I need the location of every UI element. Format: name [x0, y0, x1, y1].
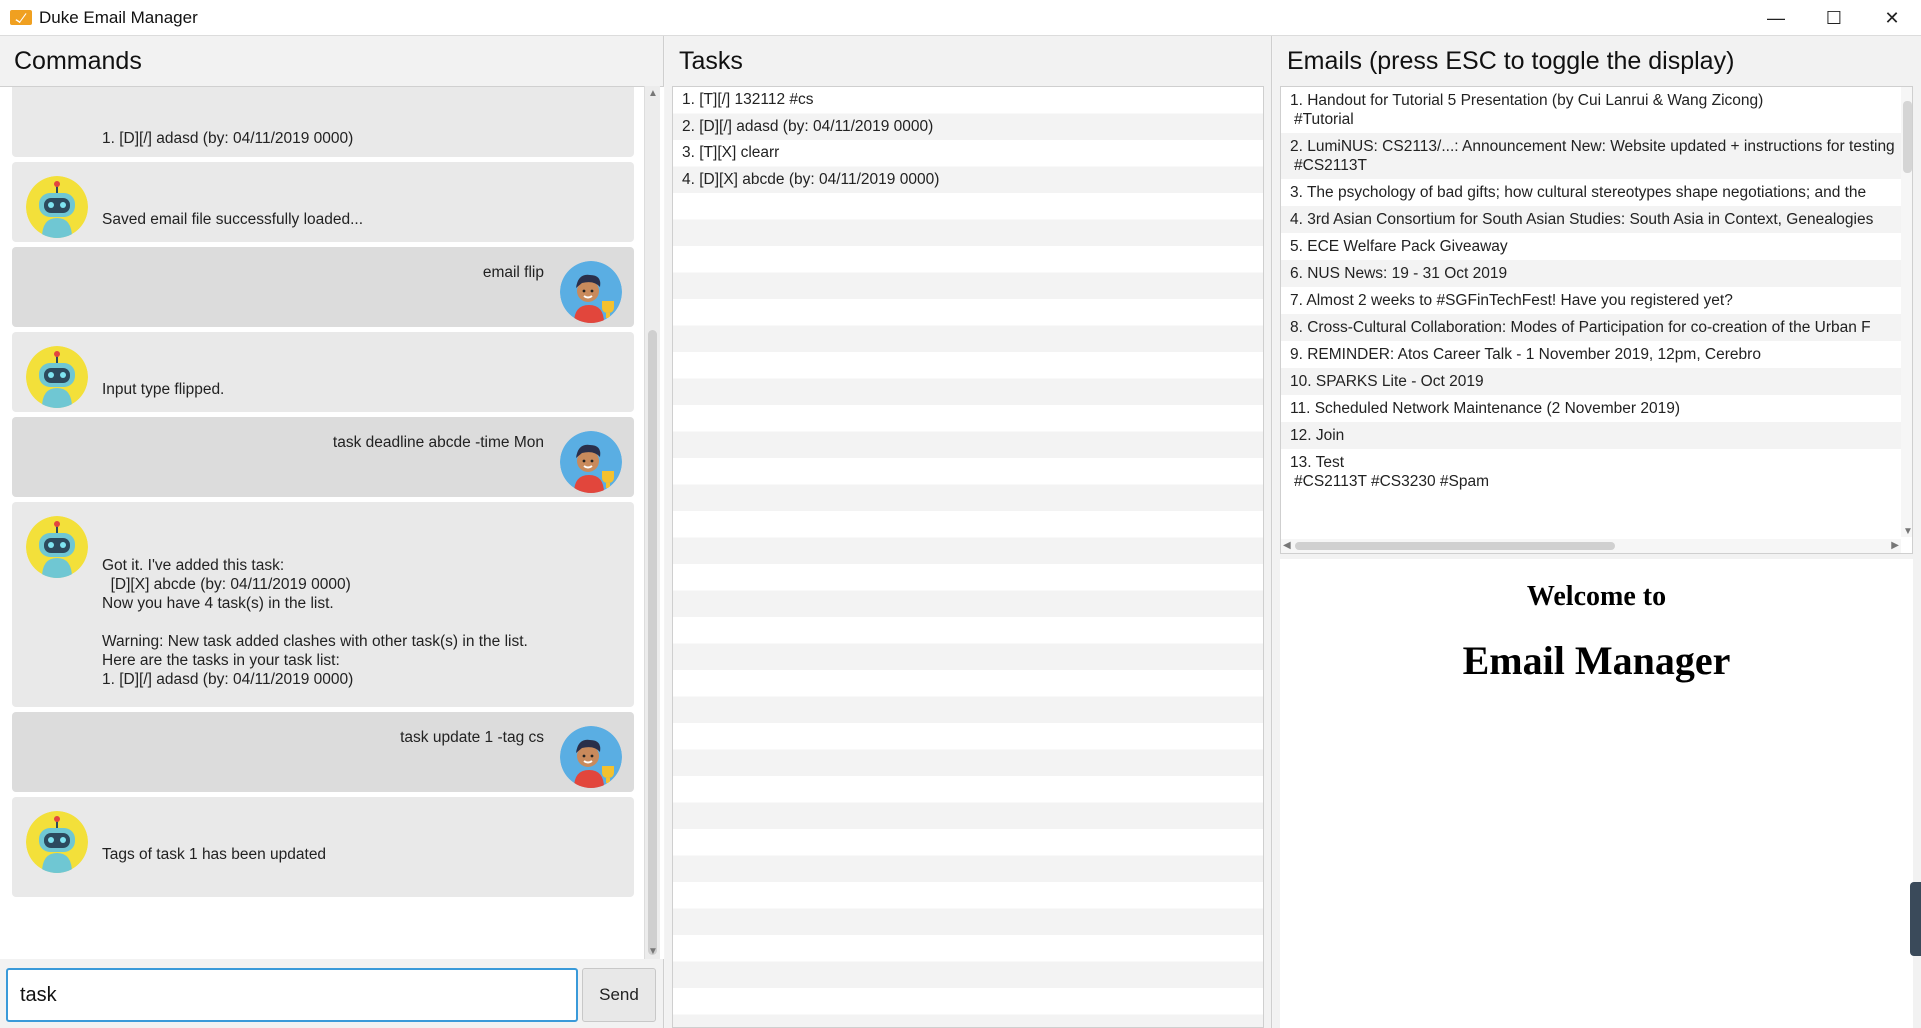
- user-message: task update 1 -tag cs: [12, 712, 634, 792]
- email-tags: #CS2113T: [1294, 157, 1367, 174]
- email-list[interactable]: 1. Handout for Tutorial 5 Presentation (…: [1280, 86, 1913, 554]
- bot-message: Input type flipped.: [12, 332, 634, 412]
- email-vscroll-thumb[interactable]: [1903, 101, 1912, 173]
- email-hscroll-thumb[interactable]: [1295, 542, 1615, 550]
- scroll-left-arrow-icon[interactable]: ◀: [1283, 540, 1291, 551]
- message-text: Saved email file successfully loaded...: [102, 211, 364, 228]
- bot-avatar-icon: [26, 516, 88, 578]
- email-title: 1. Handout for Tutorial 5 Presentation (…: [1290, 92, 1764, 109]
- message-text: task update 1 -tag cs: [400, 729, 544, 746]
- task-item[interactable]: 2. [D][/] adasd (by: 04/11/2019 0000): [673, 114, 1263, 141]
- email-item[interactable]: 12. Join: [1281, 422, 1912, 449]
- email-item[interactable]: 4. 3rd Asian Consortium for South Asian …: [1281, 206, 1912, 233]
- task-item[interactable]: 4. [D][X] abcde (by: 04/11/2019 0000): [673, 167, 1263, 194]
- welcome-app-name: Email Manager: [1462, 638, 1731, 683]
- email-tags: #Tutorial: [1294, 111, 1354, 128]
- email-item[interactable]: 3. The psychology of bad gifts; how cult…: [1281, 179, 1912, 206]
- email-item[interactable]: 13. Test #CS2113T #CS3230 #Spam: [1281, 449, 1912, 495]
- command-input[interactable]: [6, 968, 578, 1022]
- window-title: Duke Email Manager: [39, 7, 198, 27]
- minimize-button[interactable]: —: [1747, 0, 1805, 36]
- chat-scroll-area[interactable]: 1. [D][/] adasd (by: 04/11/2019 0000) Sa…: [0, 86, 664, 959]
- user-avatar-icon: [560, 431, 622, 493]
- email-item[interactable]: 7. Almost 2 weeks to #SGFinTechFest! Hav…: [1281, 287, 1912, 314]
- email-title: 11. Scheduled Network Maintenance (2 Nov…: [1290, 400, 1681, 417]
- scroll-right-arrow-icon[interactable]: ▶: [1891, 540, 1899, 551]
- bot-avatar-icon: [26, 176, 88, 238]
- email-display-pane: Welcome to Email Manager: [1280, 559, 1913, 1028]
- commands-header: Commands: [14, 46, 142, 75]
- scroll-up-arrow-icon[interactable]: ▲: [648, 88, 658, 99]
- user-message: email flip: [12, 247, 634, 327]
- emails-panel: Emails (press ESC to toggle the display)…: [1273, 36, 1921, 1028]
- tasks-header: Tasks: [679, 46, 743, 75]
- email-title: 10. SPARKS Lite - Oct 2019: [1290, 373, 1484, 390]
- emails-header: Emails (press ESC to toggle the display): [1287, 46, 1735, 75]
- maximize-button[interactable]: ☐: [1805, 0, 1863, 36]
- chat-scrollbar[interactable]: ▲ ▼: [644, 86, 660, 959]
- task-list[interactable]: 1. [T][/] 132112 #cs 2. [D][/] adasd (by…: [672, 86, 1264, 1028]
- email-title: 13. Test: [1290, 454, 1345, 471]
- email-title: 9. REMINDER: Atos Career Talk - 1 Novemb…: [1290, 346, 1761, 363]
- email-app-icon: [10, 10, 32, 25]
- message-text: task deadline abcde -time Mon: [332, 434, 544, 451]
- bot-avatar-icon: [26, 346, 88, 408]
- message-text: Tags of task 1 has been updated: [102, 846, 327, 863]
- email-item[interactable]: 9. REMINDER: Atos Career Talk - 1 Novemb…: [1281, 341, 1912, 368]
- email-title: 6. NUS News: 19 - 31 Oct 2019: [1290, 265, 1508, 282]
- bot-message: Got it. I've added this task: [D][X] abc…: [12, 502, 634, 707]
- title-bar: Duke Email Manager — ☐ ✕: [0, 0, 1921, 36]
- task-item[interactable]: 1. [T][/] 132112 #cs: [673, 87, 1263, 114]
- scroll-down-arrow-icon[interactable]: ▼: [1903, 526, 1912, 537]
- chat-list: 1. [D][/] adasd (by: 04/11/2019 0000) Sa…: [0, 87, 646, 902]
- email-tags: #CS2113T #CS3230 #Spam: [1294, 473, 1490, 490]
- email-vertical-scrollbar[interactable]: ▼: [1901, 87, 1912, 537]
- user-message: task deadline abcde -time Mon: [12, 417, 634, 497]
- command-input-row: Send: [0, 964, 664, 1024]
- email-title: 5. ECE Welfare Pack Giveaway: [1290, 238, 1508, 255]
- email-title: 7. Almost 2 weeks to #SGFinTechFest! Hav…: [1290, 292, 1733, 309]
- message-text: Input type flipped.: [102, 381, 225, 398]
- email-item[interactable]: 6. NUS News: 19 - 31 Oct 2019: [1281, 260, 1912, 287]
- commands-panel: Commands 1. [D][/] adasd (by: 04/11/2019…: [0, 36, 664, 1028]
- email-item[interactable]: 2. LumiNUS: CS2113/...: Announcement New…: [1281, 133, 1912, 179]
- email-horizontal-scrollbar[interactable]: ◀ ▶: [1281, 539, 1901, 553]
- email-title: 3. The psychology of bad gifts; how cult…: [1290, 184, 1867, 201]
- email-item[interactable]: 8. Cross-Cultural Collaboration: Modes o…: [1281, 314, 1912, 341]
- bot-message: 1. [D][/] adasd (by: 04/11/2019 0000): [12, 87, 634, 157]
- edge-widget[interactable]: [1910, 882, 1921, 956]
- email-title: 8. Cross-Cultural Collaboration: Modes o…: [1290, 319, 1871, 336]
- email-title: 2. LumiNUS: CS2113/...: Announcement New…: [1290, 138, 1895, 155]
- user-avatar-icon: [560, 261, 622, 323]
- send-button[interactable]: Send: [582, 968, 656, 1022]
- window-controls: — ☐ ✕: [1747, 0, 1921, 36]
- email-item[interactable]: 11. Scheduled Network Maintenance (2 Nov…: [1281, 395, 1912, 422]
- bot-avatar-icon: [26, 811, 88, 873]
- bot-message: Saved email file successfully loaded...: [12, 162, 634, 242]
- message-text: 1. [D][/] adasd (by: 04/11/2019 0000): [102, 130, 354, 147]
- email-title: 12. Join: [1290, 427, 1345, 444]
- chat-scroll-thumb[interactable]: [648, 330, 657, 955]
- email-title: 4. 3rd Asian Consortium for South Asian …: [1290, 211, 1874, 228]
- message-text: email flip: [482, 264, 544, 281]
- close-button[interactable]: ✕: [1863, 0, 1921, 36]
- task-item[interactable]: 3. [T][X] clearr: [673, 140, 1263, 167]
- scroll-down-arrow-icon[interactable]: ▼: [648, 946, 658, 957]
- user-avatar-icon: [560, 726, 622, 788]
- welcome-heading: Welcome to: [1526, 581, 1667, 612]
- email-item[interactable]: 5. ECE Welfare Pack Giveaway: [1281, 233, 1912, 260]
- bot-message: Tags of task 1 has been updated: [12, 797, 634, 897]
- email-item[interactable]: 1. Handout for Tutorial 5 Presentation (…: [1281, 87, 1912, 133]
- email-item[interactable]: 10. SPARKS Lite - Oct 2019: [1281, 368, 1912, 395]
- message-text: Got it. I've added this task: [D][X] abc…: [102, 557, 528, 688]
- tasks-panel: Tasks 1. [T][/] 132112 #cs 2. [D][/] ada…: [665, 36, 1272, 1028]
